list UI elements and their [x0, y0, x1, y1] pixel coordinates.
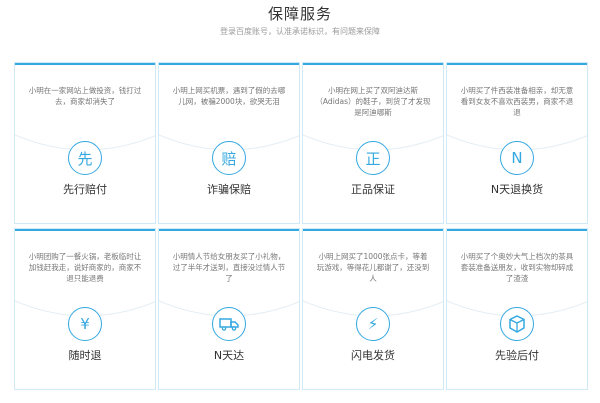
- icon-glyph: ⚡: [367, 315, 379, 333]
- card-label: 先行赔付: [63, 183, 107, 196]
- page-title: 保障服务: [267, 5, 332, 23]
- icon-glyph: ¥: [80, 315, 90, 333]
- card-label: 先验后付: [495, 349, 539, 362]
- box-icon: [500, 307, 534, 341]
- card-label: 随时退: [68, 349, 102, 362]
- card-accent-line: [159, 229, 299, 231]
- yen-refund-icon: ¥: [68, 307, 102, 341]
- service-card[interactable]: 小明买了件西装准备相亲，却无意看到女友不喜欢西装男，商家不退退 N N天退换货: [446, 62, 588, 224]
- lightning-icon: ⚡: [356, 307, 390, 341]
- icon-glyph: N: [511, 149, 523, 167]
- card-label: N天退换货: [490, 183, 544, 196]
- card-accent-line: [447, 63, 587, 65]
- card-label: 正品保证: [351, 183, 395, 196]
- card-accent-line: [303, 63, 443, 65]
- icon-glyph: 赔: [221, 149, 237, 168]
- card-accent-line: [15, 229, 155, 231]
- service-card[interactable]: 小明买了个奥妙大气上档次的茶具套装准备送朋友，收到实物却碎成了渣渣先验后付: [446, 228, 588, 390]
- service-card[interactable]: 小明在网上买了双阿迪达斯（Adidas）的鞋子，到货了才发现是阿迪哪斯正正品保证: [302, 62, 444, 224]
- service-guarantee-page: 保障服务 登录百度账号，认准承诺标识，有问题来保障 小明在一家网站上做投资，钱打…: [0, 0, 600, 403]
- card-accent-line: [303, 229, 443, 231]
- service-card[interactable]: 小明在一家网站上做投资，钱打过去，商家却消失了先先行赔付: [14, 62, 156, 224]
- card-description: 小明在一家网站上做投资，钱打过去，商家却消失了: [28, 86, 142, 106]
- card-description: 小明在网上买了双阿迪达斯（Adidas）的鞋子，到货了才发现是阿迪哪斯: [315, 86, 431, 117]
- truck-icon: [212, 307, 246, 341]
- n-icon: N: [500, 141, 534, 175]
- icon-glyph: 先: [77, 149, 93, 168]
- card-description: 小明上网买机票，遇到了假的去哪儿网，被骗2000块，欲哭无泪: [172, 86, 286, 106]
- service-card[interactable]: 小明情人节给女朋友买了小礼物，过了半年才送到，直接没过情人节了 N天达: [158, 228, 300, 390]
- card-description: 小明情人节给女朋友买了小礼物，过了半年才送到，直接没过情人节了: [172, 252, 286, 283]
- service-card[interactable]: 小明上网买了1000张点卡，等着玩游戏，等得花儿都谢了，还没到人 ⚡ 闪电发货: [302, 228, 444, 390]
- card-description: 小明团购了一餐火锅，老板临时让加钱赶我走，说好商家的，商家不退只能退费: [28, 252, 142, 283]
- card-accent-line: [447, 229, 587, 231]
- page-subtitle: 登录百度账号，认准承诺标识，有问题来保障: [220, 27, 380, 36]
- card-accent-line: [15, 63, 155, 65]
- service-card[interactable]: 小明上网买机票，遇到了假的去哪儿网，被骗2000块，欲哭无泪赔诈骗保赔: [158, 62, 300, 224]
- zheng-icon: 正: [356, 141, 390, 175]
- card-description: 小明买了件西装准备相亲，却无意看到女友不喜欢西装男，商家不退退: [460, 86, 574, 117]
- card-label: 诈骗保赔: [207, 183, 251, 196]
- card-description: 小明买了个奥妙大气上档次的茶具套装准备送朋友，收到实物却碎成了渣渣: [460, 252, 574, 283]
- card-description: 小明上网买了1000张点卡，等着玩游戏，等得花儿都谢了，还没到人: [316, 252, 430, 283]
- pei-icon: 赔: [212, 141, 246, 175]
- icon-glyph: 正: [365, 149, 381, 168]
- service-card[interactable]: 小明团购了一餐火锅，老板临时让加钱赶我走，说好商家的，商家不退只能退费 ¥ 随时退: [14, 228, 156, 390]
- card-label: N天达: [213, 349, 245, 362]
- card-label: 闪电发货: [351, 349, 395, 362]
- card-accent-line: [159, 63, 299, 65]
- xian-icon: 先: [68, 141, 102, 175]
